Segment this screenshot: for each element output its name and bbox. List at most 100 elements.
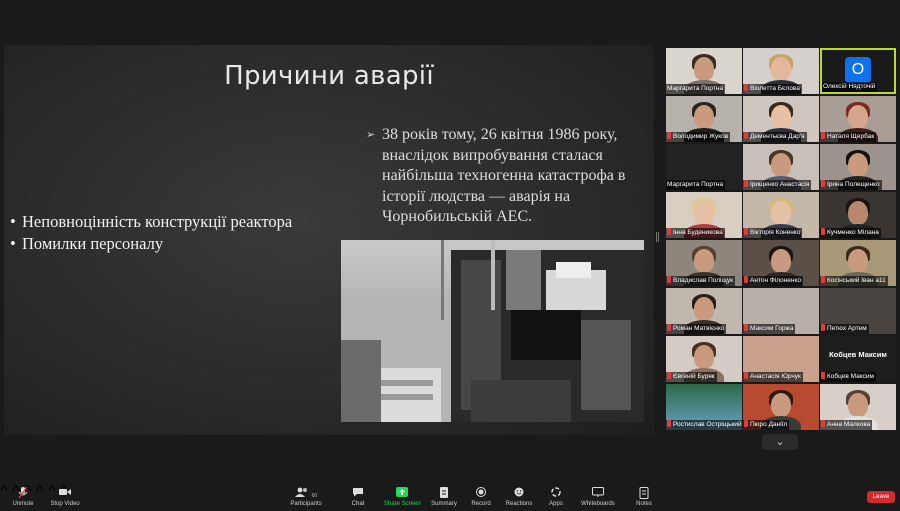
video-feed <box>771 57 791 81</box>
muted-mic-icon <box>744 180 748 187</box>
record-button[interactable]: Record <box>468 483 494 511</box>
participant-tile[interactable]: Інна Буденикова <box>666 192 742 238</box>
participant-tile[interactable]: Маргарита Портна <box>666 48 742 94</box>
participant-name-label: Євгеній Буряк <box>666 372 717 382</box>
chernobyl-photo-image <box>341 240 644 422</box>
muted-mic-icon <box>744 132 748 139</box>
chat-button[interactable]: Chat <box>345 483 371 511</box>
participant-tile[interactable]: Петюх Артем <box>820 288 896 334</box>
participant-tile[interactable]: Вікторія Коненко <box>743 192 819 238</box>
muted-mic-icon <box>821 132 825 139</box>
participant-tile[interactable]: Анастасія Юрчук <box>743 336 819 382</box>
participant-tile[interactable]: Косінський Іван а11 <box>820 240 896 286</box>
participant-name-label: Кучменко Мілана <box>820 228 881 238</box>
slide-paragraph-text: 38 років тому, 26 квітня 1986 року, внас… <box>382 126 626 225</box>
whiteboard-icon <box>580 487 616 499</box>
zoom-meeting-window: Причини аварії • Неповноцінність конструк… <box>0 0 900 511</box>
video-feed <box>848 105 868 129</box>
participant-name-label: Анастасія Юрчук <box>743 372 803 382</box>
video-feed <box>771 249 791 273</box>
unmute-options-caret-icon[interactable]: ^ <box>0 483 8 500</box>
muted-mic-icon <box>744 276 748 283</box>
video-feed <box>694 57 714 81</box>
participants-icon: 60 <box>288 487 324 499</box>
video-feed <box>694 105 714 129</box>
video-feed <box>848 393 868 417</box>
participant-tile[interactable]: Наталя Щербак <box>820 96 896 142</box>
share-screen-icon <box>384 487 420 499</box>
video-feed <box>694 345 714 369</box>
muted-microphone-icon <box>8 486 38 499</box>
record-icon <box>468 487 494 499</box>
participant-name-label: Максим Горжа <box>743 324 796 334</box>
participant-tile-active-speaker[interactable]: О Олексій Нядточій <box>820 48 896 94</box>
chat-bubble-icon <box>345 487 371 499</box>
participant-tile[interactable]: Євгеній Буряк <box>666 336 742 382</box>
video-feed <box>771 153 791 177</box>
participant-tile[interactable]: Ірина Полещенко <box>820 144 896 190</box>
participant-tile[interactable]: Маргарита Портна <box>666 144 742 190</box>
muted-mic-icon <box>744 420 748 427</box>
muted-mic-icon <box>667 276 671 283</box>
participant-tile[interactable]: Владислав Поліщук <box>666 240 742 286</box>
apps-button[interactable]: Apps <box>544 483 568 511</box>
participant-display-name: Кобцев Максим <box>829 350 887 359</box>
chernobyl-photo <box>341 240 644 422</box>
notes-icon <box>632 487 656 499</box>
participant-tile[interactable]: Максим Горжа <box>743 288 819 334</box>
participant-tile[interactable]: Дементьєва Дар'я <box>743 96 819 142</box>
panel-resize-handle[interactable] <box>656 232 659 242</box>
muted-mic-icon <box>821 276 825 283</box>
arrow-bullet-icon: ➢ <box>366 129 376 141</box>
participant-tile[interactable]: Антон Філоненко <box>743 240 819 286</box>
muted-mic-icon <box>821 420 825 427</box>
video-feed <box>771 393 791 417</box>
participant-name-label: Ірина Полещенко <box>820 180 882 190</box>
meeting-toolbar: Unmute ^ Stop Video ^ 60 Participants ^ … <box>0 483 900 511</box>
muted-mic-icon <box>821 324 825 331</box>
avatar: О <box>845 57 871 83</box>
muted-mic-icon <box>744 84 748 91</box>
participant-name-label: Олексій Нядточій <box>822 82 878 92</box>
participant-name-label: Кобцев Максим <box>820 372 877 382</box>
participant-tile[interactable]: Кобцев Максим Кобцев Максим <box>820 336 896 382</box>
participant-tile[interactable]: Ростислав Остріщький <box>666 384 742 430</box>
video-feed <box>694 249 714 273</box>
summary-document-icon <box>428 487 460 499</box>
video-feed <box>694 297 714 321</box>
participant-tile[interactable]: Роман Матвієнко <box>666 288 742 334</box>
unmute-button[interactable]: Unmute <box>8 483 38 511</box>
leave-button[interactable]: Leave <box>867 491 895 503</box>
video-feed <box>848 249 868 273</box>
video-feed <box>771 201 791 225</box>
whiteboards-button[interactable]: Whiteboards <box>580 483 616 511</box>
stop-video-button[interactable]: Stop Video <box>48 483 82 511</box>
participant-name-label: Косінський Іван а11 <box>820 276 888 286</box>
participant-name-label: Ростислав Остріщький <box>666 420 742 430</box>
participant-tile[interactable]: Ірищенко Анастасія <box>743 144 819 190</box>
participant-name-label: Петюх Артем <box>820 324 869 334</box>
participant-tile[interactable]: Віолетта Бєлова <box>743 48 819 94</box>
slide-paragraph: ➢ 38 років тому, 26 квітня 1986 року, вн… <box>366 125 638 228</box>
participant-tile[interactable]: Анна Малкова <box>820 384 896 430</box>
muted-mic-icon <box>821 180 825 187</box>
reactions-button[interactable]: Reactions <box>505 483 533 511</box>
participant-tile[interactable]: Володимир Жуков <box>666 96 742 142</box>
video-feed <box>848 201 868 225</box>
muted-mic-icon <box>667 132 671 139</box>
chevron-down-icon: ⌄ <box>775 436 785 448</box>
gallery-next-page-button[interactable]: ⌄ <box>762 434 798 450</box>
video-feed <box>771 105 791 129</box>
muted-mic-icon <box>667 420 671 427</box>
participant-tile[interactable]: Пюро Даніїл <box>743 384 819 430</box>
summary-button[interactable]: Summary <box>428 483 460 511</box>
participant-tile[interactable]: Кучменко Мілана <box>820 192 896 238</box>
notes-button[interactable]: Notes <box>632 483 656 511</box>
participant-name-label: Пюро Даніїл <box>743 420 790 430</box>
slide-bullet: • Неповноцінність конструкції реактора <box>10 212 293 231</box>
share-screen-button[interactable]: Share Screen <box>384 483 421 511</box>
participant-name-label: Антон Філоненко <box>743 276 804 286</box>
participant-name-label: Інна Буденикова <box>666 228 725 238</box>
video-camera-icon <box>48 487 82 499</box>
participants-button[interactable]: 60 Participants <box>288 483 324 511</box>
